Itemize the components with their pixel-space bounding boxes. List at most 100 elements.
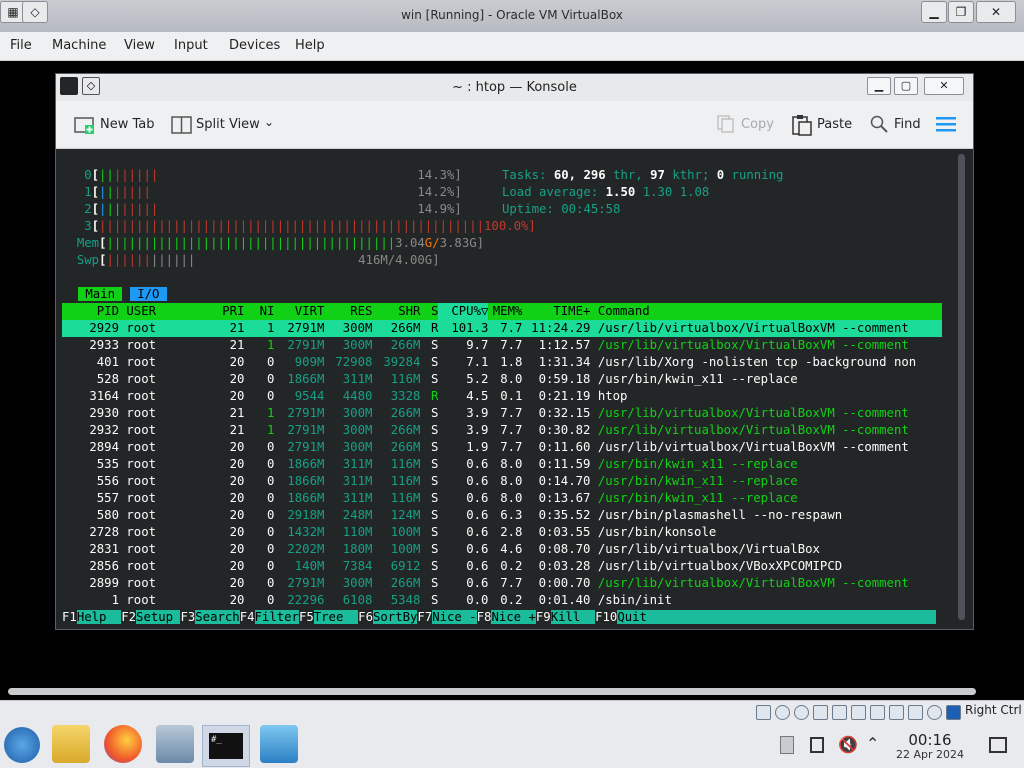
clock-date[interactable]: 22 Apr 2024 [880,748,980,761]
vb-network-icon[interactable] [813,705,828,720]
clipboard-icon[interactable] [780,736,794,754]
col-mem[interactable]: MEM% [488,303,523,320]
fkey-f4[interactable]: F4 [240,610,255,624]
process-row[interactable]: 2728 root 20 0 1432M 110M 100M S 0.6 2.8 0:03.55 … [62,524,942,541]
clock-time[interactable]: 00:16 [880,731,980,749]
paste-button[interactable]: Paste [817,117,852,132]
fkey-f9[interactable]: F9 [536,610,551,624]
notes-icon[interactable] [810,737,824,753]
show-desktop-icon[interactable] [989,737,1007,753]
col-pid[interactable]: PID [62,303,119,320]
menu-file[interactable]: File [10,38,32,53]
process-row[interactable]: 3164 root 20 0 9544 4480 3328 R 4.5 0.1 0:21.19 h… [62,388,942,405]
fkey-f7[interactable]: F7 [417,610,432,624]
cell-mem: 0.2 [500,559,523,573]
menu-input[interactable]: Input [174,38,208,53]
firefox-icon[interactable] [104,725,142,763]
fkey-label[interactable]: Help [76,610,122,624]
col-ni[interactable]: NI [244,303,275,320]
process-row[interactable]: 1 root 20 0 22296 6108 5348 S 0.0 0.2 0:01.40 /sb… [62,592,942,609]
menu-help[interactable]: Help [295,38,325,53]
fkey-f10[interactable]: F10 [595,610,617,624]
col-shr[interactable]: SHR [372,303,420,320]
fkey-label[interactable]: Setup [136,610,181,624]
system-settings-icon[interactable] [156,725,194,763]
process-row[interactable]: 556 root 20 0 1866M 311M 116M S 0.6 8.0 0:14.70 /… [62,473,942,490]
fkey-f5[interactable]: F5 [299,610,314,624]
terminal-view[interactable]: 0[|||||||| 14.3%] 1[||||||| 14.2%] 2[|||… [62,150,957,628]
fkey-label[interactable]: Nice + [491,610,536,624]
tab-main[interactable]: Main [78,287,123,301]
process-row[interactable]: 580 root 20 0 2918M 248M 124M S 0.6 6.3 0:35.52 /… [62,507,942,524]
process-row[interactable]: 535 root 20 0 1866M 311M 116M S 0.6 8.0 0:11.59 /… [62,456,942,473]
find-button[interactable]: Find [894,117,921,132]
process-row[interactable]: 2831 root 20 0 2202M 180M 100M S 0.6 4.6 0:08.70 … [62,541,942,558]
fkey-label[interactable]: Nice - [432,610,477,624]
cell-virt: 1866M [287,491,325,505]
process-table-header[interactable]: PID USER PRI NI VIRT RES SHR S CPU%▽ MEM% TIME+ C… [62,303,942,320]
volume-muted-icon[interactable]: 🔇 [838,735,858,754]
vb-display-icon[interactable] [870,705,885,720]
fkey-label[interactable]: Tree [313,610,359,624]
chevron-down-icon[interactable]: ⌄ [264,115,274,129]
process-row[interactable]: 528 root 20 0 1866M 311M 116M S 5.2 8.0 0:59.18 /… [62,371,942,388]
fkey-f2[interactable]: F2 [121,610,136,624]
col-res[interactable]: RES [324,303,372,320]
horizontal-scrollbar[interactable] [8,688,976,695]
split-view-button[interactable]: Split View [196,117,260,132]
process-row[interactable]: 2894 root 20 0 2791M 300M 266M S 1.9 7.7 0:11.60 … [62,439,942,456]
process-row[interactable]: 2929 root 21 1 2791M 300M 266M R 101.3 7.7 11:24.… [62,320,942,337]
hamburger-menu-icon[interactable] [936,116,956,132]
menu-devices[interactable]: Devices [229,38,280,53]
col-state[interactable]: S [420,303,438,320]
close-icon[interactable]: ✕ [976,1,1016,23]
fkey-label[interactable]: Kill [550,610,596,624]
terminal-scrollbar[interactable] [958,154,965,620]
menu-view[interactable]: View [124,38,155,53]
tab-io[interactable]: I/O [129,287,167,301]
col-command[interactable]: Command [598,304,650,318]
fkey-f6[interactable]: F6 [358,610,373,624]
vb-audio-icon[interactable] [794,705,809,720]
col-time[interactable]: TIME+ [522,303,590,320]
minimize-icon[interactable]: ▁ [921,1,947,23]
vb-usb-icon[interactable] [832,705,847,720]
vb-cpu-icon[interactable] [908,705,923,720]
process-row[interactable]: 557 root 20 0 1866M 311M 116M S 0.6 8.0 0:13.67 /… [62,490,942,507]
process-row[interactable]: 2930 root 21 1 2791M 300M 266M S 3.9 7.7 0:32.15 … [62,405,942,422]
fkey-label[interactable]: Search [195,610,240,624]
minimize-icon[interactable]: ▁ [867,77,891,95]
vb-optical-icon[interactable] [775,705,790,720]
maximize-icon[interactable]: ▢ [894,77,918,95]
vb-shared-folder-icon[interactable] [851,705,866,720]
process-row[interactable]: 2932 root 21 1 2791M 300M 266M S 3.9 7.7 0:30.82 … [62,422,942,439]
process-row[interactable]: 2856 root 20 0 140M 7384 6912 S 0.6 0.2 0:03.28 /… [62,558,942,575]
vb-mouse-integration-icon[interactable] [927,705,942,720]
window-menu-icon[interactable]: ◇ [22,1,48,23]
vb-harddisk-icon[interactable] [756,705,771,720]
col-cpu[interactable]: CPU%▽ [438,303,489,320]
vb-host-key-icon[interactable] [946,705,961,720]
col-pri[interactable]: PRI [200,303,244,320]
fkey-f3[interactable]: F3 [180,610,195,624]
process-row[interactable]: 2933 root 21 1 2791M 300M 266M S 9.7 7.7 1:12.57 … [62,337,942,354]
process-row[interactable]: 401 root 20 0 909M 72908 39284 S 7.1 1.8 1:31.34 … [62,354,942,371]
col-virt[interactable]: VIRT [274,303,325,320]
fkey-label[interactable]: SortBy [372,610,418,624]
fkey-label[interactable]: Filter [254,610,299,624]
chevron-up-icon[interactable]: ⌃ [866,734,879,753]
process-row[interactable]: 2899 root 20 0 2791M 300M 266M S 0.6 7.7 0:00.70 … [62,575,942,592]
start-button-icon[interactable] [4,727,40,763]
restore-icon[interactable]: ❐ [948,1,974,23]
menu-machine[interactable]: Machine [52,38,106,53]
fkey-f1[interactable]: F1 [62,610,77,624]
file-explorer-icon[interactable] [52,725,90,763]
col-user[interactable]: USER [126,303,200,320]
virtualbox-task-icon[interactable] [260,725,298,763]
fkey-label[interactable]: Quit [617,610,936,624]
fkey-f8[interactable]: F8 [477,610,492,624]
vb-recording-icon[interactable] [889,705,904,720]
copy-button[interactable]: Copy [741,117,774,132]
close-icon[interactable]: ✕ [924,77,964,95]
new-tab-button[interactable]: New Tab [100,117,155,132]
